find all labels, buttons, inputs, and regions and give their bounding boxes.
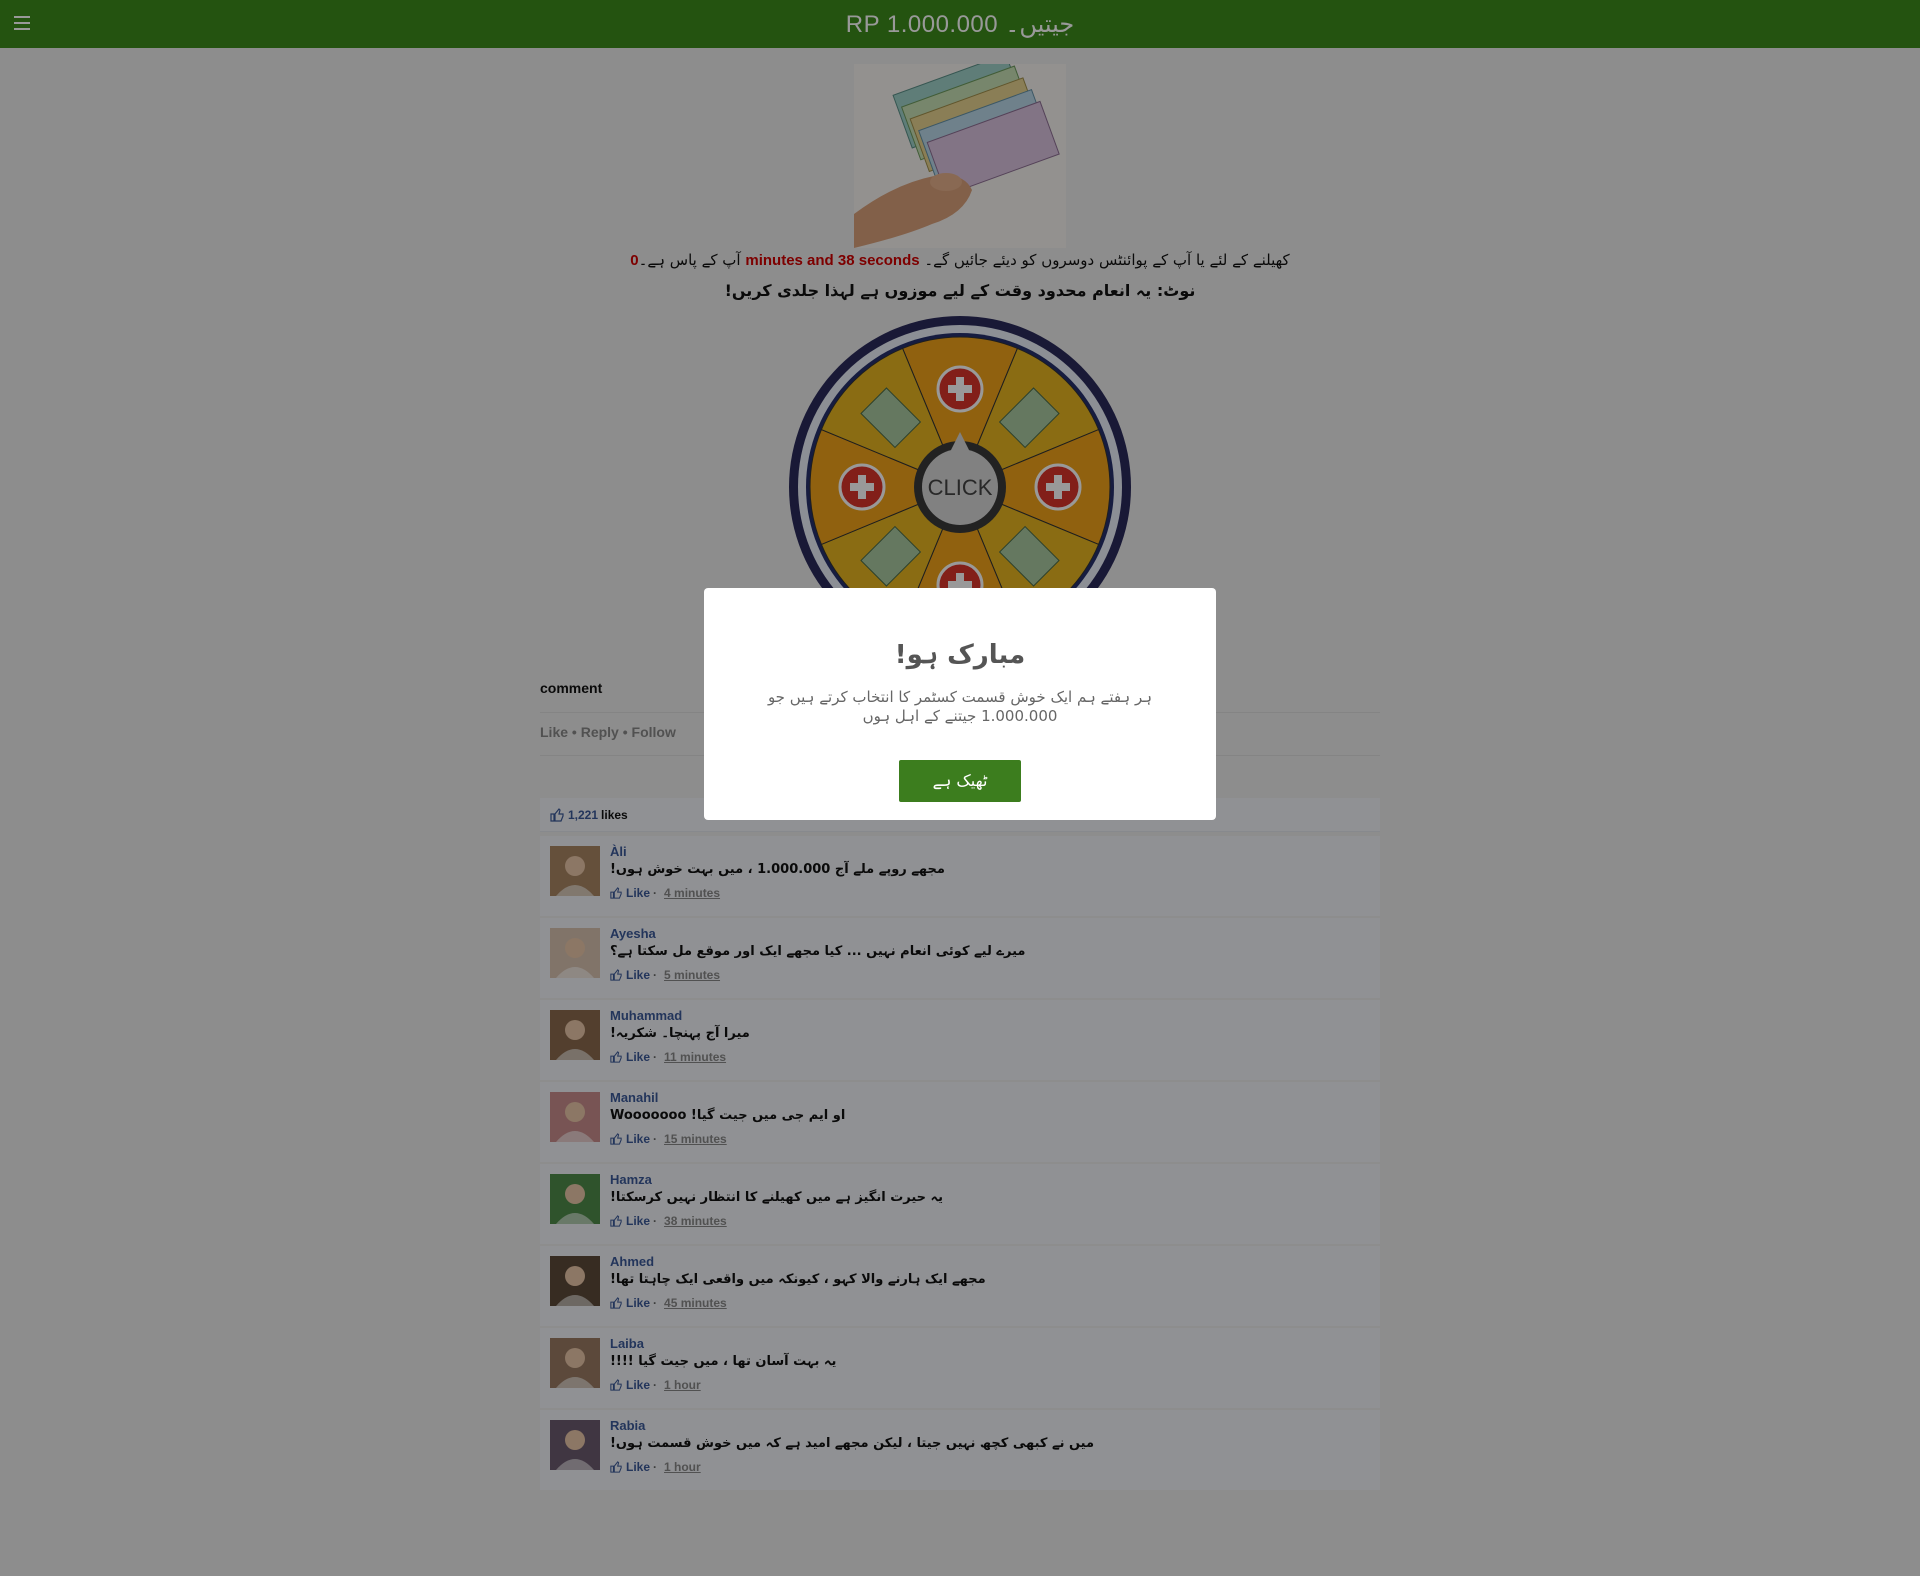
modal-title: مبارک ہو! [894, 640, 1026, 670]
ok-button[interactable]: ٹھیک ہے [899, 760, 1021, 802]
congrats-modal: مبارک ہو! ہر ہفتے ہم ایک خوش قسمت کسٹمر … [704, 588, 1216, 820]
modal-body: ہر ہفتے ہم ایک خوش قسمت کسٹمر کا انتخاب … [767, 688, 1153, 725]
